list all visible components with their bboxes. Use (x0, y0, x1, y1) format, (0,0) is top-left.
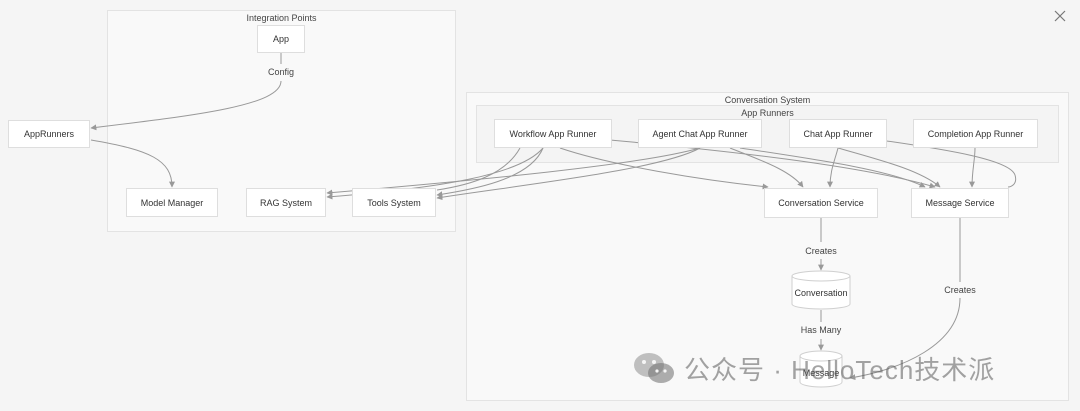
node-workflow-app-runner[interactable]: Workflow App Runner (494, 119, 612, 148)
edge-chat-msg-service (837, 147, 941, 188)
node-tools-system[interactable]: Tools System (352, 188, 436, 217)
edge-label-has-many: Has Many (798, 325, 844, 335)
close-icon (1054, 10, 1066, 22)
close-button[interactable] (1052, 8, 1068, 24)
edge-completion-msg-service (969, 147, 976, 188)
edge-agent-tools (436, 147, 701, 201)
edge-label-creates-conversation: Creates (803, 246, 839, 256)
edge-config-apprunners (90, 80, 282, 131)
node-agent-chat-app-runner[interactable]: Agent Chat App Runner (638, 119, 762, 148)
edge-label-creates-message: Creates (942, 285, 978, 295)
edge-label-config: Config (265, 67, 297, 77)
edge-agent-rag (326, 147, 701, 196)
node-app[interactable]: App (257, 25, 305, 53)
watermark: 公众号 · HelloTech技术派 (632, 348, 995, 388)
node-model-manager[interactable]: Model Manager (126, 188, 218, 217)
node-chat-app-runner[interactable]: Chat App Runner (789, 119, 887, 148)
node-apprunners[interactable]: AppRunners (8, 120, 90, 148)
edge-chat-conv-service (827, 147, 839, 188)
edge-workflow-conv-service (559, 147, 769, 190)
edge-apprunners-model-manager (90, 139, 175, 188)
wechat-icon (634, 353, 674, 383)
edge-workflow-tools (436, 147, 544, 198)
watermark-text: 公众号 · HelloTech技术派 (684, 354, 996, 385)
node-rag-system[interactable]: RAG System (246, 188, 326, 217)
node-conversation-service[interactable]: Conversation Service (764, 188, 878, 218)
node-conversation[interactable]: Conversation (792, 282, 850, 304)
node-message-service[interactable]: Message Service (911, 188, 1009, 218)
node-completion-app-runner[interactable]: Completion App Runner (913, 119, 1038, 148)
